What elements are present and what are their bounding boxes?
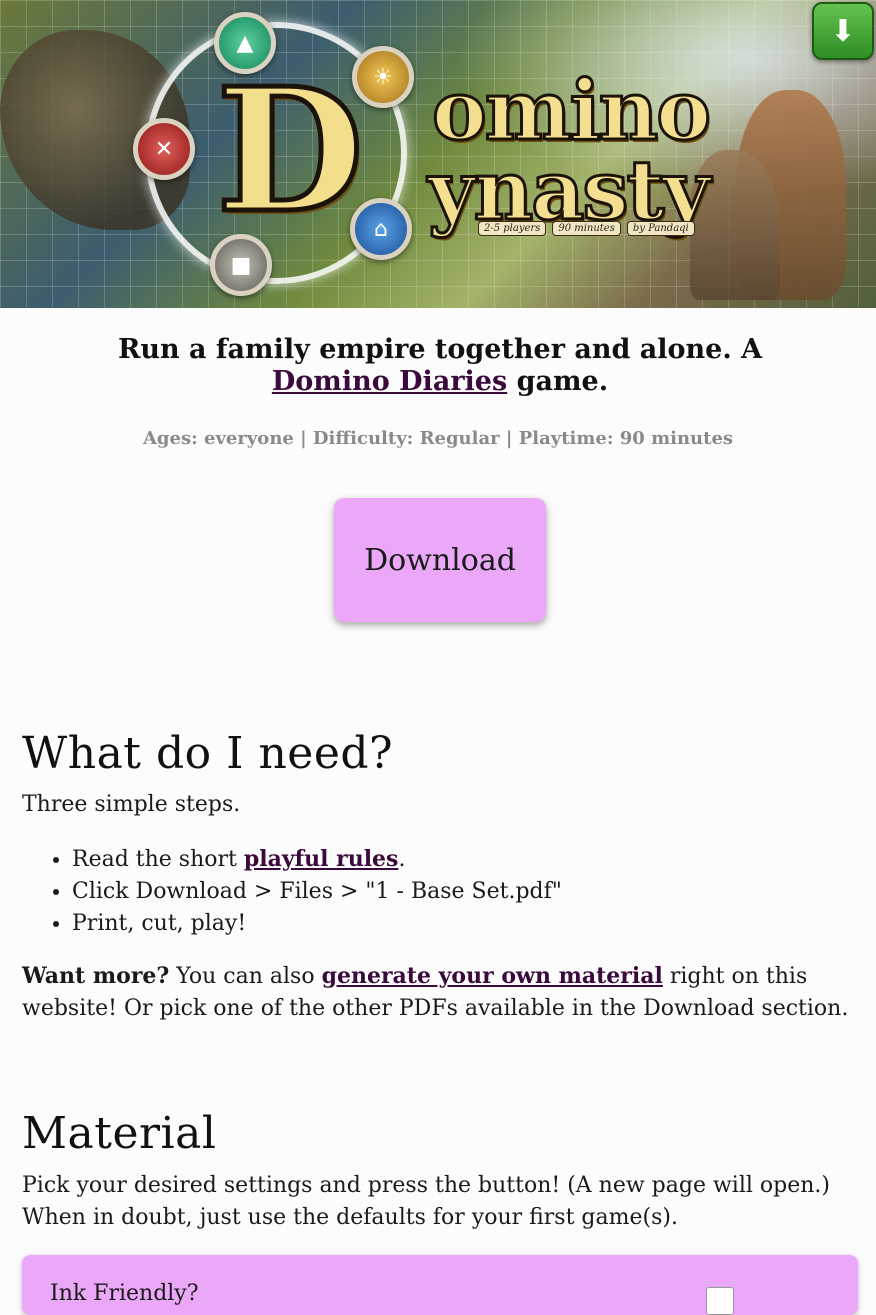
section-heading-need: What do I need? (22, 728, 394, 779)
playful-rules-link[interactable]: playful rules (244, 846, 399, 872)
logo-letter: D (214, 51, 366, 251)
tagline-suffix: game. (516, 366, 609, 397)
tag-players: 2-5 players (478, 221, 547, 236)
tag-author: by Pandaqi (626, 221, 695, 236)
steps-intro: Three simple steps. (22, 792, 241, 817)
step1-prefix: Read the short (72, 847, 244, 872)
game-meta: Ages: everyone | Difficulty: Regular | P… (142, 428, 734, 449)
steps-list: Read the short playful rules. Click Down… (22, 843, 562, 940)
header-banner: ▲ ☀ ✕ ⌂ ■ D omino ynasty 2-5 players 90 … (0, 0, 876, 308)
list-item: Click Download > Files > "1 - Base Set.p… (72, 876, 562, 908)
settings-form: Ink Friendly? (22, 1255, 858, 1315)
generate-material-link[interactable]: generate your own material (322, 963, 663, 989)
want-more-paragraph: Want more? You can also generate your ow… (22, 960, 854, 1025)
logo-title-line2: ynasty (426, 143, 711, 239)
ink-friendly-label: Ink Friendly? (50, 1281, 199, 1306)
download-arrow-icon[interactable]: ⬇ (812, 2, 874, 60)
logo-title-line1: omino (431, 63, 713, 159)
ink-friendly-checkbox[interactable] (706, 1287, 734, 1315)
section-heading-material: Material (22, 1108, 217, 1159)
download-button[interactable]: Download (334, 498, 546, 622)
tagline-text: Run a family empire together and alone. … (117, 334, 763, 365)
tagline: Run a family empire together and alone. … (110, 334, 770, 398)
list-item: Read the short playful rules. (72, 843, 562, 876)
logo-tags: 2-5 players 90 minutes by Pandaqi (478, 221, 695, 236)
swords-token-icon: ✕ (133, 118, 195, 180)
list-item: Print, cut, play! (72, 908, 562, 940)
material-intro: Pick your desired settings and press the… (22, 1173, 830, 1230)
want-more-bold: Want more? (22, 963, 170, 989)
tag-duration: 90 minutes (552, 221, 621, 236)
step1-suffix: . (398, 847, 406, 872)
want-more-text1: You can also (169, 964, 322, 989)
domino-diaries-link[interactable]: Domino Diaries (272, 366, 507, 397)
